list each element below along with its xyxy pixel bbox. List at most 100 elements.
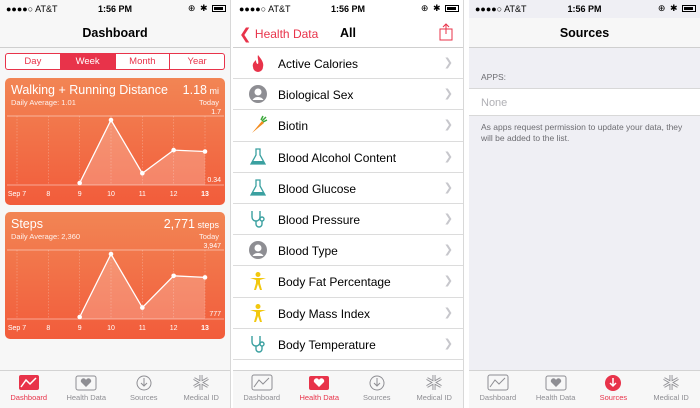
battery-icon	[445, 5, 459, 13]
person-icon	[248, 240, 268, 260]
tab-health-data[interactable]: Health Data	[527, 371, 585, 408]
health-data-row[interactable]: Active Calories ❯	[233, 48, 463, 80]
row-label: Body Temperature	[278, 337, 376, 352]
y-max-label: 1.7	[211, 109, 221, 116]
page-title: Sources	[559, 26, 610, 40]
dashboard-icon	[18, 375, 39, 390]
segment-week[interactable]: Week	[60, 54, 116, 69]
x-tick-label: 9	[78, 191, 82, 198]
row-label: Blood Alcohol Content	[278, 150, 397, 165]
segment-year[interactable]: Year	[170, 54, 224, 69]
dashboard-icon	[487, 374, 509, 391]
data-point	[171, 147, 176, 153]
tab-bar: Dashboard Health Data Sources Medical ID	[0, 370, 230, 408]
nav-bar: Sources	[469, 18, 700, 48]
status-icons: ⊕ ✱	[421, 3, 459, 14]
tab-dashboard[interactable]: Dashboard	[0, 371, 58, 408]
time-range-segmented-control[interactable]: Day Week Month Year	[5, 53, 225, 70]
chevron-right-icon: ❯	[443, 212, 453, 225]
row-label: Blood Pressure	[278, 212, 361, 227]
health-data-row[interactable]: Blood Pressure ❯	[233, 204, 463, 236]
y-min-label: 0.34	[207, 177, 221, 184]
health-data-row[interactable]: Blood Type ❯	[233, 235, 463, 267]
section-header-apps: APPS:	[481, 72, 507, 82]
tab-sources[interactable]: Sources	[585, 371, 643, 408]
x-tick-label: 13	[201, 191, 209, 198]
data-point	[202, 149, 208, 154]
sources-icon	[369, 375, 385, 391]
health-data-icon	[75, 375, 97, 391]
tab-dashboard[interactable]: Dashboard	[469, 371, 527, 408]
steps-chart-card[interactable]: Steps 2,771 steps Daily Average: 2,360 T…	[5, 212, 225, 339]
x-tick-label: 10	[107, 191, 115, 198]
dashboard-screen: ●●●●○ AT&T 1:56 PM ⊕ ✱ Dashboard Day Wee…	[0, 0, 231, 408]
chevron-right-icon: ❯	[443, 88, 453, 101]
tab-medical-id[interactable]: Medical ID	[406, 371, 464, 408]
status-bar: ●●●●○ AT&T 1:56 PM ⊕ ✱	[233, 0, 463, 18]
y-min-label: 777	[209, 311, 221, 318]
status-bar: ●●●●○ AT&T 1:56 PM ⊕ ✱	[0, 0, 230, 18]
tab-medical-id[interactable]: Medical ID	[642, 371, 700, 408]
health-data-icon	[309, 376, 330, 390]
body-icon	[248, 303, 268, 323]
row-label: Body Fat Percentage	[278, 275, 391, 290]
y-max-label: 3,947	[203, 243, 221, 250]
battery-icon	[682, 5, 696, 13]
chevron-right-icon: ❯	[443, 337, 453, 350]
health-data-row[interactable]: Body Fat Percentage ❯	[233, 266, 463, 298]
status-bar: ●●●●○ AT&T 1:56 PM ⊕ ✱	[469, 0, 700, 18]
dashboard-icon	[251, 374, 273, 391]
segment-day[interactable]: Day	[6, 54, 61, 69]
carrot-icon	[248, 115, 268, 135]
tab-bar: Dashboard Health Data Sources Medical ID	[233, 370, 463, 408]
medical-id-icon	[426, 375, 442, 390]
chevron-right-icon: ❯	[443, 181, 453, 194]
flame-icon	[248, 53, 268, 73]
tab-health-data[interactable]: Health Data	[58, 371, 116, 408]
chevron-right-icon: ❯	[443, 57, 453, 69]
health-data-row[interactable]: Biological Sex ❯	[233, 79, 463, 111]
x-tick-label: 8	[46, 325, 50, 332]
person-icon	[248, 84, 268, 104]
tab-sources[interactable]: Sources	[115, 371, 173, 408]
x-tick-label: 12	[170, 325, 178, 332]
x-tick-label: 11	[139, 191, 146, 198]
data-point	[140, 170, 145, 176]
row-label: Blood Type	[278, 244, 338, 259]
data-point	[108, 251, 114, 257]
tab-sources[interactable]: Sources	[348, 371, 406, 408]
chevron-right-icon: ❯	[443, 150, 453, 163]
tab-dashboard[interactable]: Dashboard	[233, 371, 291, 408]
segment-month[interactable]: Month	[116, 54, 171, 69]
health-data-row[interactable]: Blood Alcohol Content ❯	[233, 142, 463, 173]
page-title: All	[340, 26, 356, 40]
row-label: Body Mass Index	[278, 306, 371, 321]
health-data-row[interactable]: Biotin ❯	[233, 110, 463, 142]
share-icon[interactable]	[439, 23, 453, 41]
stethoscope-icon	[248, 209, 268, 229]
health-data-row[interactable]: Body Temperature ❯	[233, 329, 463, 360]
nav-bar: Dashboard	[0, 18, 230, 48]
health-data-row[interactable]: Body Mass Index ❯	[233, 298, 463, 329]
battery-icon	[212, 5, 226, 13]
data-point	[108, 117, 114, 123]
row-label: Active Calories	[278, 57, 359, 71]
tab-medical-id[interactable]: Medical ID	[173, 371, 231, 408]
x-tick-label: 9	[78, 325, 82, 332]
distance-line-chart: 1.7 0.34 Sep 7 8 9 10 11 12 13	[7, 109, 224, 198]
health-data-icon	[545, 375, 567, 391]
sources-screen: ●●●●○ AT&T 1:56 PM ⊕ ✱ Sources APPS: Non…	[469, 0, 700, 408]
tab-health-data[interactable]: Health Data	[291, 371, 349, 408]
data-point	[140, 305, 145, 310]
stethoscope-icon	[248, 334, 268, 354]
medical-id-icon	[193, 375, 209, 390]
distance-chart-card[interactable]: Walking + Running Distance 1.18 mi Daily…	[5, 78, 225, 205]
flask-icon	[248, 178, 268, 198]
x-tick-label: Sep 7	[8, 325, 26, 332]
chevron-right-icon: ❯	[443, 306, 453, 319]
row-label: Biotin	[278, 119, 309, 134]
chevron-right-icon: ❯	[443, 244, 453, 257]
page-title: Dashboard	[82, 26, 148, 40]
x-tick-label: 13	[201, 325, 209, 332]
health-data-row[interactable]: Blood Glucose ❯	[233, 173, 463, 204]
